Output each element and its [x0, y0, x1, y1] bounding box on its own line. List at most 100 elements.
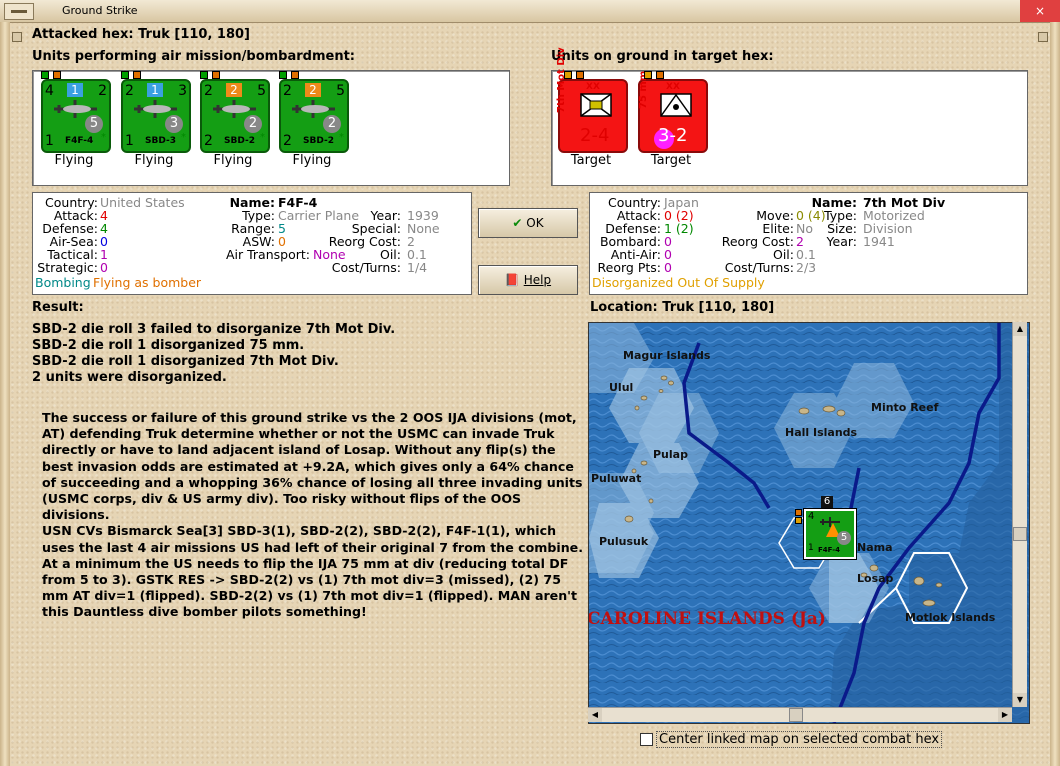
unit-name: SBD-2 [224, 136, 255, 146]
commentary-paragraph: The success or failure of this ground st… [42, 410, 583, 523]
corner-icon [12, 32, 22, 42]
location-map[interactable]: x Magur IslandsUlulMinto ReefHall Island… [588, 322, 1030, 724]
scroll-thumb[interactable] [789, 708, 803, 722]
map-horizontal-scrollbar[interactable]: ◀ ▶ [588, 707, 1012, 722]
unit-circle: 5 [837, 531, 851, 545]
airtransport-key: Air Transport: [225, 247, 310, 262]
infantry-icon [580, 93, 612, 117]
unit-status: Target [650, 153, 692, 168]
strategic-key: Strategic: [37, 260, 98, 275]
air-unit-counter[interactable]: 2 2 5 2 2 SBD-2 * [200, 79, 270, 153]
unit-circle: 3 [165, 115, 183, 133]
air-unit-counter[interactable]: 4 1 2 5 1 F4F-4 * [41, 79, 111, 153]
supply-dot [656, 71, 664, 79]
unit-flag: 2 [305, 83, 321, 97]
supply-dot [795, 517, 802, 524]
year-value: 1941 [863, 234, 895, 249]
unit-circle: 2 [323, 115, 341, 133]
unit-bottom-left: 1 [45, 133, 54, 149]
scroll-thumb[interactable] [1013, 527, 1027, 541]
unit-status: Flying [213, 153, 253, 168]
type-value: Carrier Plane [278, 208, 360, 223]
stack-count-badge: 6 [821, 496, 833, 508]
map-place-label: Ulul [609, 381, 634, 394]
status-value: Disorganized Out Of Supply [592, 275, 765, 290]
country-value: United States [100, 195, 185, 210]
unit-circle: 2 [244, 115, 262, 133]
supply-dot [576, 71, 584, 79]
unit-name: F4F-4 [65, 136, 94, 146]
map-place-label: Pulap [653, 448, 688, 461]
close-icon[interactable]: × [1020, 0, 1060, 22]
supply-dot [133, 71, 141, 79]
commentary-paragraph: At a minimum the US needs to flip the IJ… [42, 555, 578, 620]
unit-bottom-left: 1 [125, 133, 134, 149]
ground-unit-info: Country: Japan Attack: 0 (2) Defense: 1 … [589, 192, 1028, 295]
supply-dot [644, 71, 652, 79]
location-label: Location: Truk [110, 180] [590, 300, 775, 315]
map-place-label: Nama [857, 541, 893, 554]
unit-flag: 1 [67, 83, 83, 97]
unit-size: XX [666, 82, 680, 92]
supply-dot [291, 71, 299, 79]
ground-units-box: 7th Mot Div XX 2-4 Target 75 mm XX 3-2 T… [551, 47, 1028, 186]
check-icon: ✔ [512, 216, 523, 230]
unit-flag: 2 [226, 83, 242, 97]
costturns-key: Cost/Turns: [724, 260, 794, 275]
air-unit-counter[interactable]: 2 2 5 2 2 SBD-2 * [279, 79, 349, 153]
commentary-paragraph: USN CVs Bismarck Sea[3] SBD-3(1), SBD-2(… [42, 523, 584, 555]
unit-star: * [181, 132, 186, 143]
help-label: Help [523, 273, 552, 287]
unit-star: * [101, 132, 106, 143]
scroll-up-icon[interactable]: ▲ [1013, 322, 1027, 336]
unit-top-left: 4 [808, 511, 815, 522]
map-vertical-scrollbar[interactable]: ▲ ▼ [1012, 322, 1027, 707]
center-map-label[interactable]: Center linked map on selected combat hex [656, 731, 943, 748]
scroll-down-icon[interactable]: ▼ [1013, 693, 1027, 707]
supply-dot [795, 509, 802, 516]
air-unit-info: Country: United States Attack: 4 Defense… [32, 192, 472, 295]
air-unit-counter[interactable]: 2 1 3 3 1 SBD-3 * [121, 79, 191, 153]
map-unit-counter[interactable]: 4 5 1 F4F-4 [803, 508, 857, 560]
region-label: CAROLINE ISLANDS (Ja) [588, 609, 826, 629]
result-line: SBD-2 die roll 1 disorganized 75 mm. [32, 338, 305, 353]
result-line: 2 units were disorganized. [32, 370, 227, 385]
minimize-icon[interactable] [4, 3, 34, 20]
unit-circle: 5 [85, 115, 103, 133]
ground-strike-window: Ground Strike × Attacked hex: Truk [110,… [0, 0, 1060, 766]
scroll-right-icon[interactable]: ▶ [998, 708, 1012, 722]
mission-type: Bombing [35, 275, 91, 290]
ground-counter[interactable]: 75 mm XX 3-2 [638, 71, 708, 153]
title-bar: Ground Strike × [0, 0, 1060, 23]
supply-dot [279, 71, 287, 79]
supply-dot [41, 71, 49, 79]
left-frame [0, 22, 10, 766]
ground-counter[interactable]: 7th Mot Div XX 2-4 [556, 47, 628, 153]
unit-status: Target [570, 153, 612, 168]
ok-button[interactable]: ✔ OK [478, 208, 578, 238]
supply-dot [564, 71, 572, 79]
unit-status: Flying [54, 153, 94, 168]
unit-name: 7th Mot Div [556, 47, 567, 113]
unit-values: 2-4 [580, 125, 610, 146]
map-place-label: Puluwat [591, 472, 642, 485]
right-frame [1050, 22, 1060, 766]
strategic-value: 0 [100, 260, 108, 275]
unit-values: 3-2 [658, 125, 688, 146]
supply-dot [212, 71, 220, 79]
unit-bottom-left: 1 [808, 543, 814, 553]
supply-dot [53, 71, 61, 79]
help-button[interactable]: 📕 Help [478, 265, 578, 295]
attacked-hex-label: Attacked hex: Truk [110, 180] [32, 27, 250, 42]
unit-star: * [339, 132, 344, 143]
anti-tank-icon [660, 93, 692, 117]
result-line: SBD-2 die roll 3 failed to disorganize 7… [32, 322, 396, 337]
map-place-label: Magur Islands [623, 349, 711, 362]
reorgpts-key: Reorg Pts: [597, 260, 661, 275]
corner-icon [1038, 32, 1048, 42]
unit-status: Flying [134, 153, 174, 168]
unit-name: SBD-2 [303, 136, 334, 146]
scroll-left-icon[interactable]: ◀ [588, 708, 602, 722]
center-map-checkbox[interactable] [640, 733, 653, 746]
air-units-box: 4 1 2 5 1 F4F-4 * Flying 2 1 3 3 1 SBD-3 * Flying 2 2 5 2 2 S… [32, 70, 510, 186]
